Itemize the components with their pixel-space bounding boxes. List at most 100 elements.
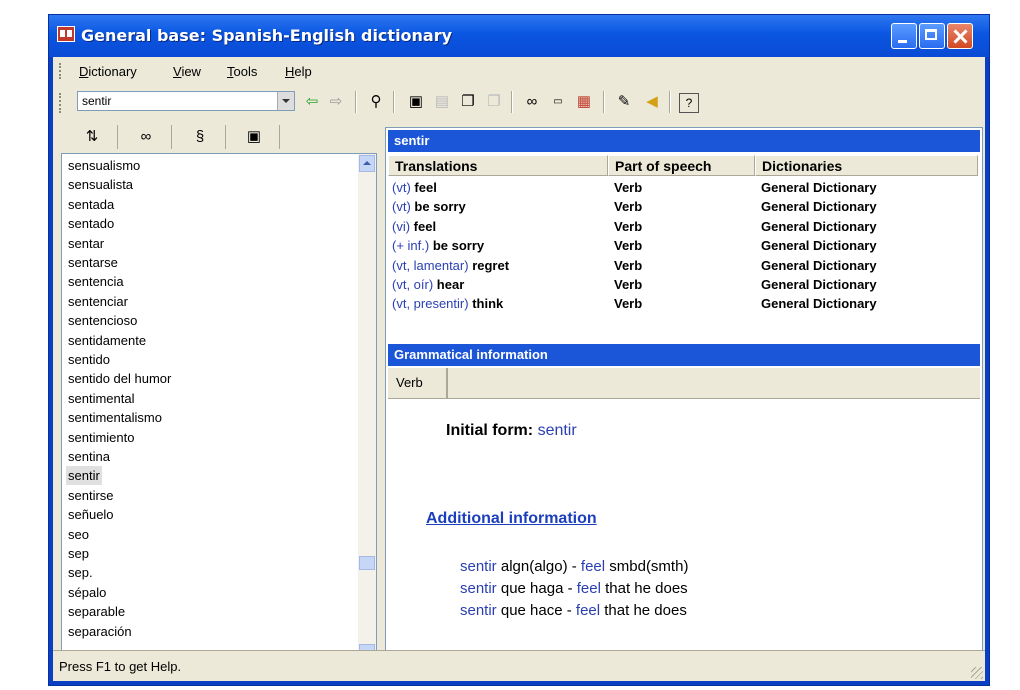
list-item[interactable]: sensualismo bbox=[68, 156, 140, 175]
search-input[interactable]: sentir bbox=[77, 91, 295, 111]
sort-az-icon[interactable]: ⇅ bbox=[67, 125, 118, 149]
menu-bar: Dictionary View Tools Help bbox=[53, 57, 985, 85]
list-item[interactable]: señuelo bbox=[68, 505, 114, 524]
list-item[interactable]: sentido del humor bbox=[68, 369, 171, 388]
example-text: that he does bbox=[600, 602, 687, 619]
column-translations[interactable]: Translations bbox=[388, 155, 608, 176]
grammar-note: (vt) bbox=[392, 180, 411, 195]
list-item[interactable]: sentar bbox=[68, 234, 104, 253]
table-row[interactable]: (vt, oír) hear Verb General Dictionary bbox=[388, 275, 978, 294]
list-item[interactable]: sentidamente bbox=[68, 331, 146, 350]
list-item[interactable]: sentencia bbox=[68, 272, 124, 291]
example-source[interactable]: sentir bbox=[460, 602, 497, 619]
scroll-up-button[interactable] bbox=[359, 155, 375, 172]
menu-view[interactable]: View bbox=[173, 64, 201, 79]
find-icon[interactable]: ⚲ bbox=[365, 91, 387, 113]
copy-disabled-icon[interactable]: ❐ bbox=[483, 91, 505, 113]
menu-help[interactable]: Help bbox=[285, 64, 312, 79]
additional-information-link[interactable]: Additional information bbox=[426, 510, 597, 528]
word-list-scrollbar[interactable] bbox=[358, 154, 376, 662]
phrase-icon[interactable]: § bbox=[175, 125, 226, 149]
translation-word: feel bbox=[414, 180, 437, 195]
speaker-icon[interactable]: ◀ bbox=[641, 91, 663, 113]
toolbar-grip[interactable] bbox=[59, 93, 63, 113]
list-item[interactable]: sep. bbox=[68, 563, 93, 582]
list-item[interactable]: sentencioso bbox=[68, 311, 137, 330]
dictionary-cell: General Dictionary bbox=[761, 277, 877, 292]
back-arrow-icon[interactable]: ⇦ bbox=[301, 91, 323, 113]
menu-tools[interactable]: Tools bbox=[227, 64, 257, 79]
list-item[interactable]: sentirse bbox=[68, 486, 114, 505]
table-row[interactable]: (vt) feel Verb General Dictionary bbox=[388, 178, 978, 197]
resize-grip[interactable] bbox=[971, 667, 983, 679]
pin-icon[interactable]: ✎ bbox=[613, 91, 635, 113]
dictionary-app-icon[interactable] bbox=[57, 26, 75, 42]
list-item[interactable]: sentenciar bbox=[68, 292, 128, 311]
left-tab-strip: ⇅ ∞ § ▣ bbox=[57, 123, 379, 153]
translation-cell: (vt, presentir) think bbox=[392, 294, 503, 313]
initial-form-value[interactable]: sentir bbox=[538, 422, 577, 439]
part-of-speech-cell: Verb bbox=[614, 257, 643, 273]
translation-cell: (+ inf.) be sorry bbox=[392, 236, 484, 255]
menu-dictionary[interactable]: Dictionary bbox=[79, 64, 137, 79]
toolbar-separator bbox=[355, 91, 357, 113]
glasses-icon[interactable]: ∞ bbox=[521, 91, 543, 113]
example-target[interactable]: feel bbox=[577, 580, 601, 597]
word-list[interactable]: sensualismo sensualista sentada sentado sent… bbox=[61, 153, 377, 663]
forward-arrow-icon[interactable]: ⇨ bbox=[325, 91, 347, 113]
clipboard-icon[interactable]: ▣ bbox=[229, 125, 280, 149]
column-dictionaries[interactable]: Dictionaries bbox=[755, 155, 978, 176]
scroll-thumb[interactable] bbox=[359, 556, 375, 570]
example-line: sentir que haga - feel that he does bbox=[460, 580, 688, 597]
list-item[interactable]: sentarse bbox=[68, 253, 118, 272]
minimize-button[interactable] bbox=[891, 23, 917, 49]
ed-icon[interactable]: ▭ bbox=[547, 91, 569, 113]
list-item[interactable]: sensualista bbox=[68, 175, 133, 194]
table-row[interactable]: (vi) feel Verb General Dictionary bbox=[388, 217, 978, 236]
example-target[interactable]: feel bbox=[581, 558, 605, 575]
binoculars-icon[interactable]: ∞ bbox=[121, 125, 172, 149]
table-row[interactable]: (vt, presentir) think Verb General Diction… bbox=[388, 294, 978, 313]
list-item[interactable]: sentada bbox=[68, 195, 114, 214]
part-of-speech-cell: Verb bbox=[614, 180, 643, 195]
close-button[interactable] bbox=[947, 23, 973, 49]
title-bar[interactable]: General base: Spanish-English dictionary bbox=[49, 15, 989, 57]
list-item[interactable]: sentir bbox=[66, 466, 102, 486]
menubar-grip[interactable] bbox=[59, 63, 63, 79]
tab-verb[interactable]: Verb bbox=[388, 368, 448, 398]
toolbar-separator bbox=[603, 91, 605, 113]
initial-form: Initial form: sentir bbox=[446, 422, 577, 440]
clipboard-icon[interactable]: ▣ bbox=[405, 91, 427, 113]
grammar-note: (vt, oír) bbox=[392, 277, 434, 292]
list-item[interactable]: sentido bbox=[68, 350, 110, 369]
copy-icon[interactable]: ❐ bbox=[457, 91, 479, 113]
list-item[interactable]: sentado bbox=[68, 214, 114, 233]
translation-cell: (vi) feel bbox=[392, 217, 436, 236]
dictionary-icon[interactable]: ▦ bbox=[573, 91, 595, 113]
example-source[interactable]: sentir bbox=[460, 558, 497, 575]
list-item[interactable]: sentimentalismo bbox=[68, 408, 162, 427]
example-target[interactable]: feel bbox=[576, 602, 600, 619]
window-title: General base: Spanish-English dictionary bbox=[81, 26, 453, 45]
maximize-button[interactable] bbox=[919, 23, 945, 49]
list-item[interactable]: sépalo bbox=[68, 583, 106, 602]
right-pane: sentir Translations Part of speech Dicti… bbox=[385, 127, 983, 665]
grammar-note: (vi) bbox=[392, 218, 411, 234]
list-item[interactable]: sentimental bbox=[68, 389, 134, 408]
list-item[interactable]: separable bbox=[68, 602, 125, 621]
list-item[interactable]: sep bbox=[68, 544, 89, 563]
example-source[interactable]: sentir bbox=[460, 580, 497, 597]
list-item[interactable]: separación bbox=[68, 622, 132, 641]
paste-icon[interactable]: ▤ bbox=[431, 91, 453, 113]
list-item[interactable]: seo bbox=[68, 525, 89, 544]
table-row[interactable]: (vt, lamentar) regret Verb General Diction… bbox=[388, 256, 978, 275]
table-row[interactable]: (vt) be sorry Verb General Dictionary bbox=[388, 197, 978, 216]
toolbar: sentir ⇦ ⇨ ⚲ ▣ ▤ ❐ ❐ ∞ ▭ ▦ ✎ ◀ ? bbox=[53, 87, 985, 119]
list-item[interactable]: sentimiento bbox=[68, 428, 134, 447]
column-part-of-speech[interactable]: Part of speech bbox=[608, 155, 755, 176]
chevron-down-icon[interactable] bbox=[277, 92, 294, 110]
list-item[interactable]: sentina bbox=[68, 447, 110, 466]
table-row[interactable]: (+ inf.) be sorry Verb General Dictionary bbox=[388, 236, 978, 255]
help-icon[interactable]: ? bbox=[679, 93, 699, 113]
translation-cell: (vt, oír) hear bbox=[392, 275, 464, 294]
